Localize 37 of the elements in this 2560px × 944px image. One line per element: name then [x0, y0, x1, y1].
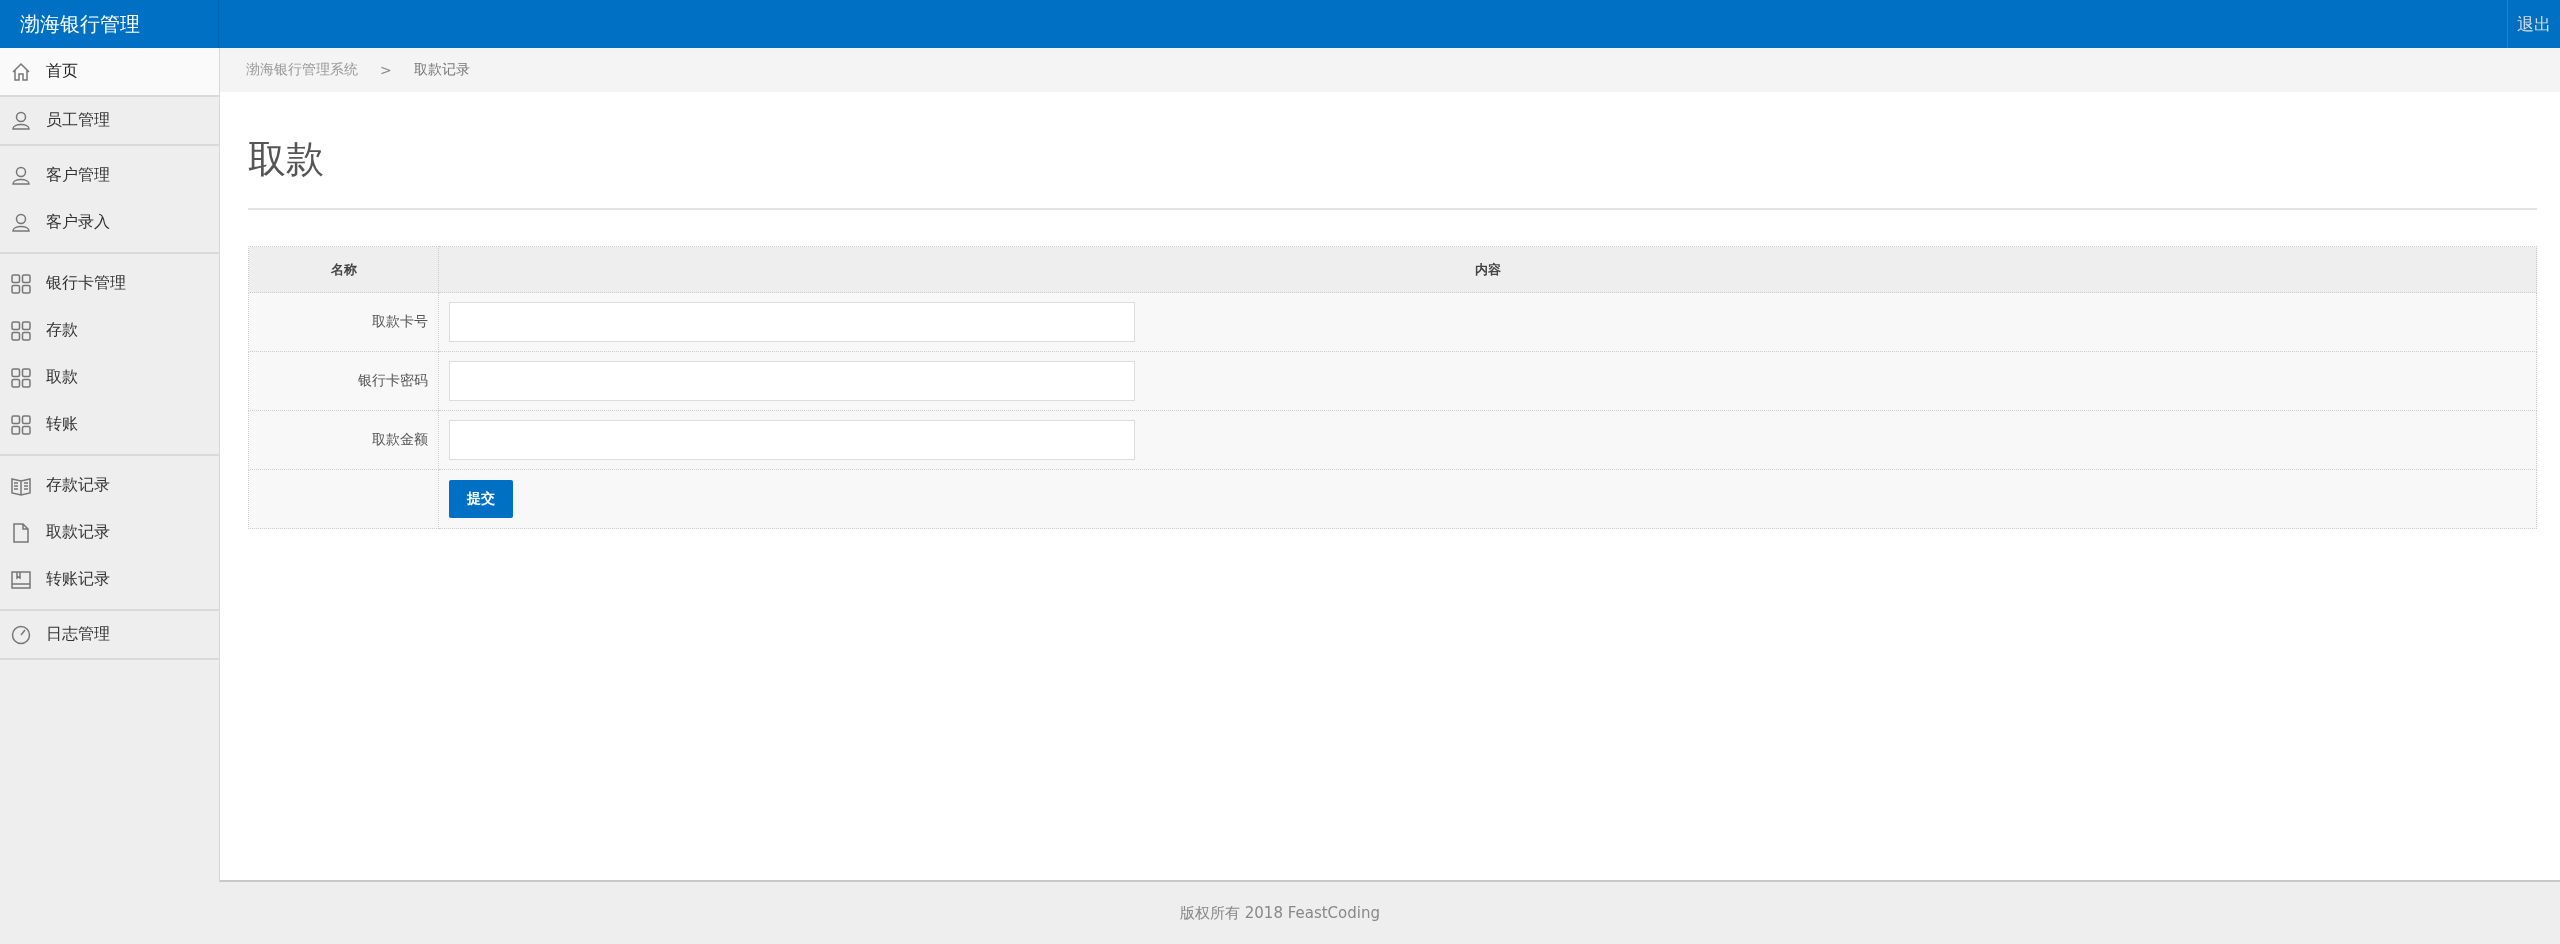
submit-button[interactable]: 提交: [449, 480, 513, 518]
column-header: 内容: [438, 246, 2537, 293]
sidebar-item-label: 取款: [46, 367, 78, 388]
input-field[interactable]: [449, 361, 1135, 401]
grid-icon: [10, 366, 32, 389]
column-header: 名称: [248, 246, 439, 293]
gauge-icon: [10, 623, 32, 646]
sidebar-item-label: 客户录入: [46, 212, 110, 233]
sidebar-item-label: 首页: [46, 61, 78, 82]
grid-icon: [10, 413, 32, 436]
sidebar-item-label: 客户管理: [46, 165, 110, 186]
home-icon: [10, 60, 32, 83]
copyright-text: 版权所有 2018 FeastCoding: [1180, 903, 1380, 923]
field-label: 取款卡号: [248, 292, 439, 352]
sidebar-item-label: 转账: [46, 414, 78, 435]
breadcrumb-separator: >: [380, 62, 392, 78]
sidebar-item-label: 取款记录: [46, 522, 110, 543]
page-title: 取款: [248, 136, 325, 183]
input-field[interactable]: [449, 302, 1135, 342]
field-label: 取款金额: [248, 410, 439, 470]
grid-icon: [10, 272, 32, 295]
sidebar-item-label: 日志管理: [46, 624, 110, 645]
notebook-icon: [10, 568, 32, 591]
sidebar-item-label: 存款记录: [46, 475, 110, 496]
sidebar-item-label: 员工管理: [46, 110, 110, 131]
sidebar-item-label: 银行卡管理: [46, 273, 126, 294]
user-icon: [10, 164, 32, 187]
sidebar-item-label: 存款: [46, 320, 78, 341]
field-label: 银行卡密码: [248, 351, 439, 411]
user-icon: [10, 211, 32, 234]
sidebar-item[interactable]: 首页: [0, 48, 219, 95]
grid-icon: [10, 319, 32, 342]
file-icon: [10, 521, 32, 544]
breadcrumb-link[interactable]: 取款记录: [413, 61, 470, 79]
sidebar-item-label: 转账记录: [46, 569, 110, 590]
user-icon: [10, 109, 32, 132]
input-field[interactable]: [449, 420, 1135, 460]
